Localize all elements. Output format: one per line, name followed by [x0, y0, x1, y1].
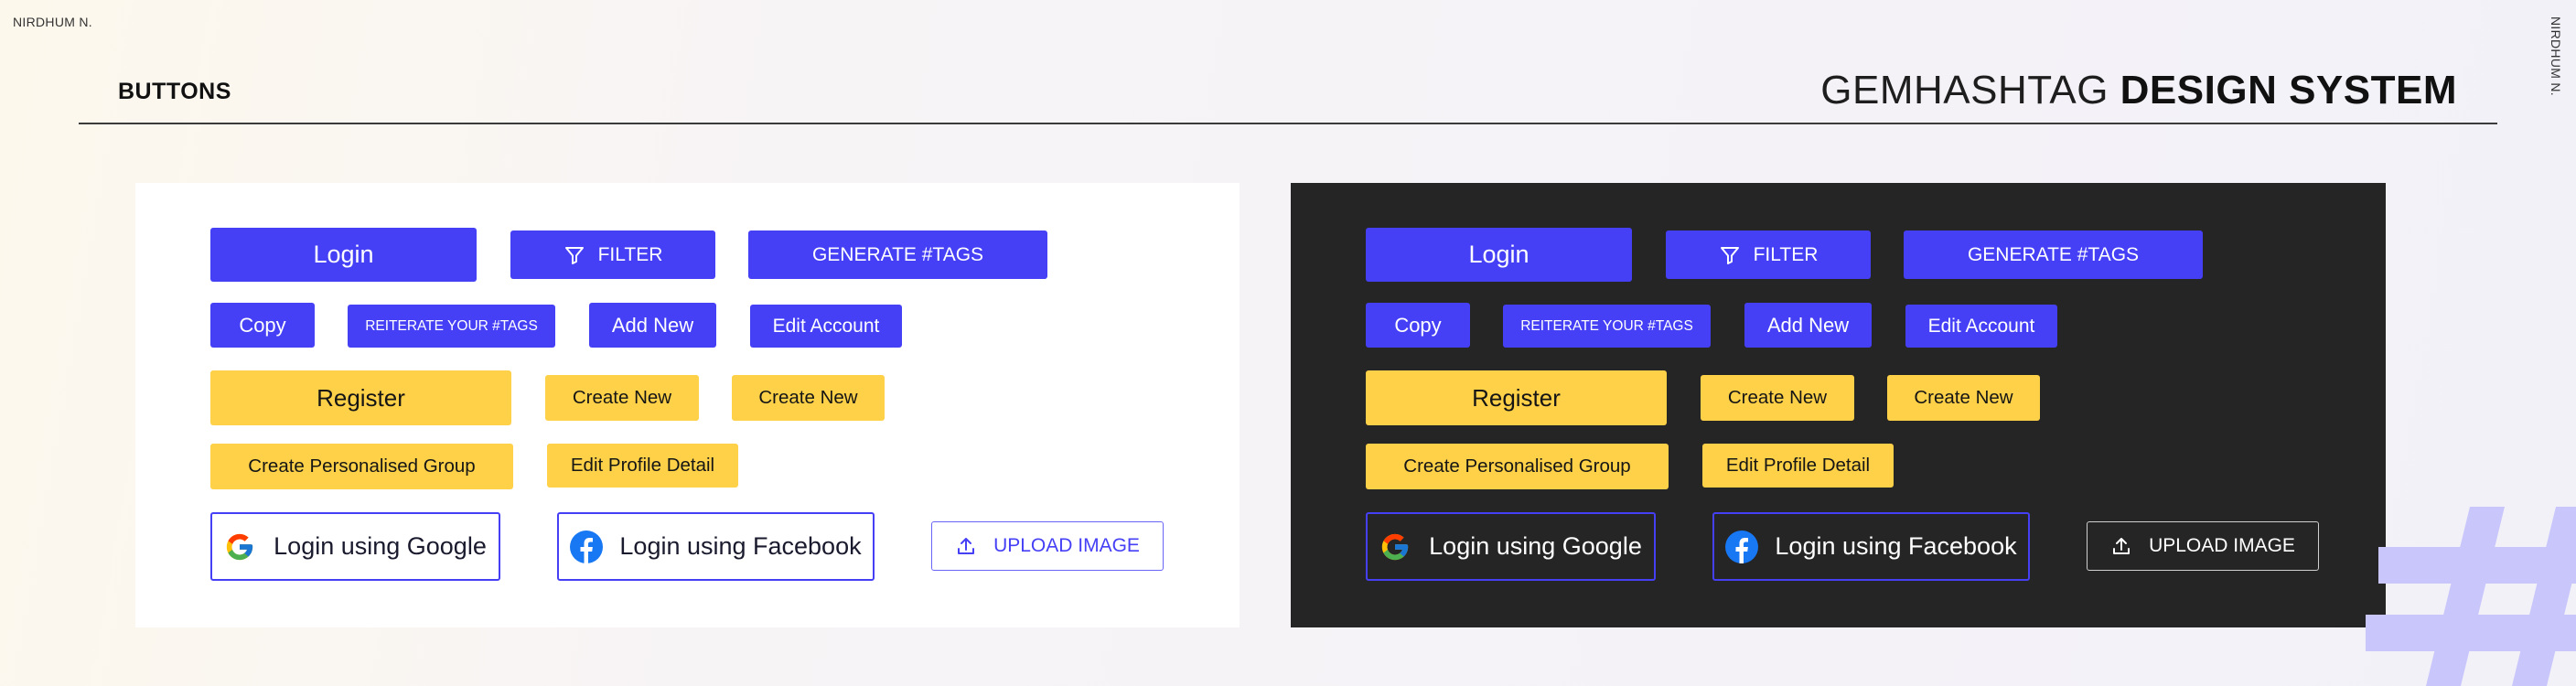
section-title: BUTTONS [118, 79, 231, 104]
facebook-icon [570, 530, 604, 563]
copy-button[interactable]: Copy [210, 303, 315, 348]
add-new-button-dark[interactable]: Add New [1744, 303, 1872, 348]
reiterate-tags-button-dark[interactable]: REITERATE YOUR #TAGS [1503, 305, 1711, 348]
dark-theme-panel: Login FILTER GENERATE #TAGS Copy REITERA… [1291, 183, 2386, 627]
login-facebook-label: Login using Facebook [1775, 532, 2017, 560]
google-icon [1379, 531, 1411, 563]
facebook-icon [1725, 530, 1759, 563]
brand-title-normal: GEMHASHTAG [1820, 68, 2120, 113]
create-new-button-alt[interactable]: Create New [732, 375, 885, 421]
add-new-button[interactable]: Add New [589, 303, 716, 348]
login-google-button[interactable]: Login using Google [210, 512, 500, 581]
hashtag-decoration [2360, 494, 2576, 686]
edit-profile-detail-button-dark[interactable]: Edit Profile Detail [1702, 444, 1894, 488]
filter-button[interactable]: FILTER [510, 230, 715, 279]
login-facebook-button-dark[interactable]: Login using Facebook [1712, 512, 2030, 581]
reiterate-tags-button[interactable]: REITERATE YOUR #TAGS [348, 305, 555, 348]
edit-account-button[interactable]: Edit Account [750, 305, 902, 348]
filter-button-label: FILTER [1753, 243, 1819, 265]
upload-image-label: UPLOAD IMAGE [993, 535, 1140, 556]
register-button-dark[interactable]: Register [1366, 370, 1667, 425]
login-google-label: Login using Google [1429, 532, 1642, 560]
generate-tags-button[interactable]: GENERATE #TAGS [748, 230, 1047, 279]
login-google-button-dark[interactable]: Login using Google [1366, 512, 1656, 581]
register-button[interactable]: Register [210, 370, 511, 425]
login-google-label: Login using Google [274, 532, 487, 560]
edit-profile-detail-button[interactable]: Edit Profile Detail [547, 444, 738, 488]
filter-button-dark[interactable]: FILTER [1666, 230, 1871, 279]
designer-credit-vertical: NIRDHUM N. [2549, 16, 2563, 96]
upload-image-label: UPLOAD IMAGE [2149, 535, 2295, 556]
create-new-button-dark[interactable]: Create New [1701, 375, 1854, 421]
login-facebook-label: Login using Facebook [619, 532, 862, 560]
brand-title: GEMHASHTAG DESIGN SYSTEM [1820, 68, 2457, 113]
upload-icon [2110, 535, 2132, 557]
light-theme-panel: Login FILTER GENERATE #TAGS Copy REITERA… [135, 183, 1240, 627]
login-facebook-button[interactable]: Login using Facebook [557, 512, 875, 581]
edit-account-button-dark[interactable]: Edit Account [1905, 305, 2057, 348]
filter-button-label: FILTER [597, 243, 663, 265]
brand-title-bold: DESIGN SYSTEM [2120, 68, 2457, 113]
upload-icon [955, 535, 977, 557]
upload-image-button[interactable]: UPLOAD IMAGE [931, 521, 1164, 571]
copy-button-dark[interactable]: Copy [1366, 303, 1470, 348]
filter-icon [1719, 244, 1741, 266]
create-personalised-group-button-dark[interactable]: Create Personalised Group [1366, 444, 1669, 489]
create-new-button[interactable]: Create New [545, 375, 699, 421]
login-button[interactable]: Login [210, 228, 477, 282]
create-new-button-alt-dark[interactable]: Create New [1887, 375, 2040, 421]
header-divider [79, 123, 2497, 124]
designer-credit: NIRDHUM N. [13, 15, 92, 29]
upload-image-button-dark[interactable]: UPLOAD IMAGE [2087, 521, 2319, 571]
generate-tags-button-dark[interactable]: GENERATE #TAGS [1904, 230, 2203, 279]
create-personalised-group-button[interactable]: Create Personalised Group [210, 444, 513, 489]
login-button-dark[interactable]: Login [1366, 228, 1632, 282]
filter-icon [564, 244, 585, 266]
google-icon [224, 531, 255, 563]
